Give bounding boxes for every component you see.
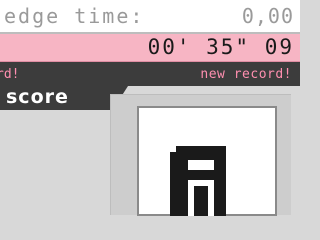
current-time-value: 00' 35" 09: [147, 35, 294, 59]
edge-time-value: 0,00: [241, 4, 294, 28]
score-tab: score: [0, 86, 128, 110]
score-digit-glyph: [170, 146, 226, 216]
record-text-left: rd!: [0, 67, 20, 82]
score-label: score: [6, 86, 69, 108]
score-digit: 8: [170, 146, 232, 216]
edge-time-bar: edge time: 0,00: [0, 0, 300, 34]
edge-time-label: edge time:: [4, 4, 145, 28]
record-banner: rd! new record!: [0, 62, 300, 86]
current-time-bar: 00' 35" 09: [0, 34, 300, 62]
new-record-text: new record!: [200, 67, 292, 82]
